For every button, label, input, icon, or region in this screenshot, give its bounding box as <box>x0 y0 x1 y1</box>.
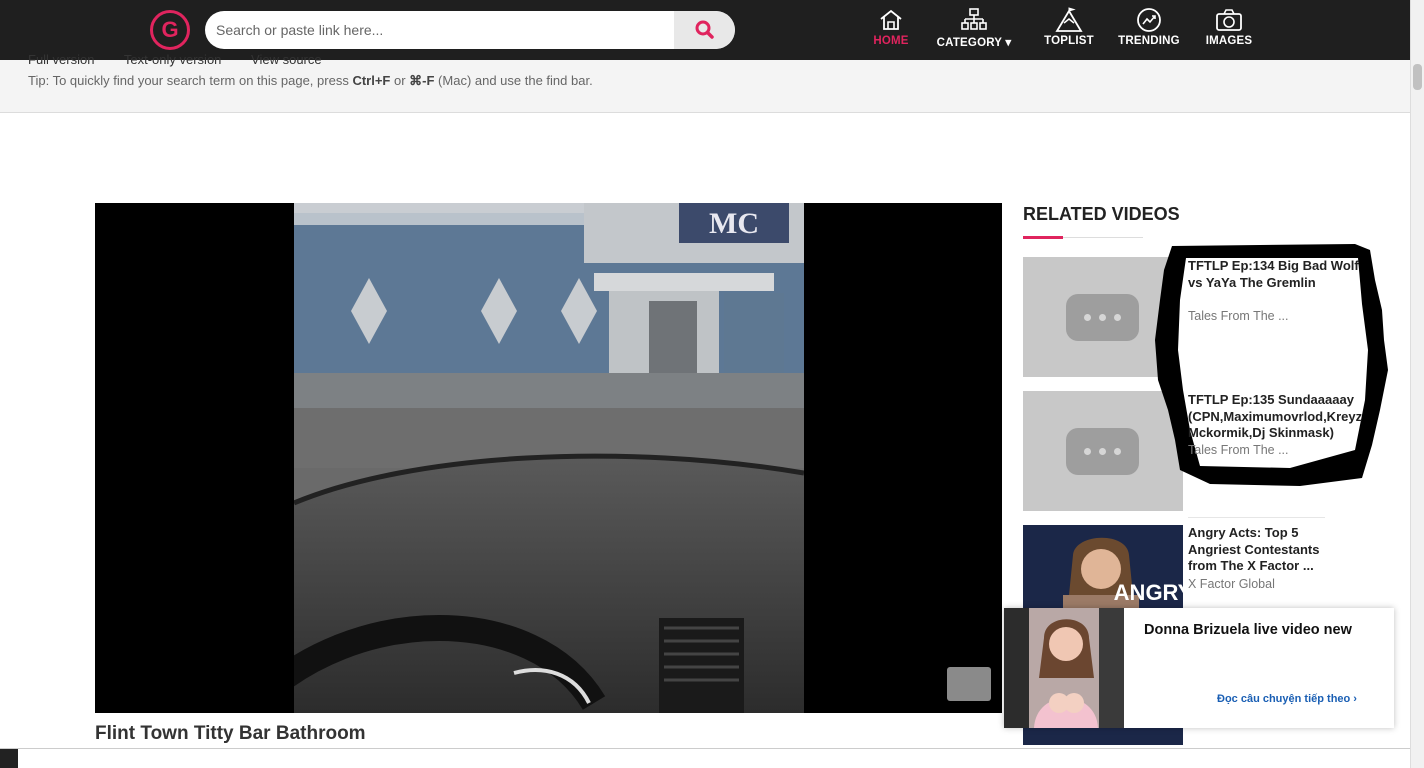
tip-prefix: Tip: To quickly find your search term on… <box>28 73 353 88</box>
text-only-link[interactable]: Text-only version <box>124 52 222 67</box>
page: G HOME <box>0 0 1424 768</box>
logo-letter: G <box>161 17 179 42</box>
video-player[interactable]: MC <box>95 203 1002 713</box>
full-version-link[interactable]: Full version <box>28 52 94 67</box>
heading-underline <box>1023 236 1143 239</box>
related-channel: X Factor Global <box>1188 577 1275 591</box>
search-box <box>205 11 735 49</box>
ad-image[interactable] <box>1004 608 1124 728</box>
video-sign-text: MC <box>709 207 759 240</box>
trending-icon <box>1137 8 1161 32</box>
search-button[interactable] <box>674 11 735 49</box>
version-links: Full version Text-only version View sour… <box>28 52 348 67</box>
top-navbar: G HOME <box>0 0 1410 60</box>
nav-trending-label: TRENDING <box>1118 35 1180 47</box>
tip-key-cmd-f: ⌘-F <box>409 73 435 88</box>
tip-bar: Full version Text-only version View sour… <box>0 52 1410 113</box>
search-input[interactable] <box>205 11 673 49</box>
category-icon <box>961 8 987 30</box>
nav-home-label: HOME <box>873 35 909 47</box>
video-still: MC <box>294 203 804 713</box>
search-icon <box>695 20 714 39</box>
nav-category[interactable]: CATEGORY ▾ <box>931 7 1017 53</box>
video-frame: MC <box>294 203 804 713</box>
channel-watermark <box>947 667 991 701</box>
ink-scribble-overlay <box>1155 244 1388 486</box>
ad-read-more-link[interactable]: Đọc câu chuyện tiếp theo › <box>1217 693 1357 705</box>
related-title[interactable]: Angry Acts: Top 5 Angriest Contestants f… <box>1188 525 1338 575</box>
bottom-bar <box>0 748 1410 768</box>
nav-toplist[interactable]: TOPLIST <box>1041 7 1097 53</box>
nav-category-label: CATEGORY ▾ <box>936 37 1012 49</box>
related-divider <box>1188 517 1325 518</box>
tip-or: or <box>390 73 410 88</box>
nav-trending[interactable]: TRENDING <box>1117 7 1181 53</box>
site-logo[interactable]: G <box>150 10 190 50</box>
view-source-link[interactable]: View source <box>251 52 322 67</box>
video-title: Flint Town Titty Bar Bathroom <box>95 723 366 744</box>
thumbnail-overlay-text: ANGRY <box>1114 580 1183 605</box>
toplist-icon <box>1055 7 1083 32</box>
home-icon <box>880 9 902 30</box>
more-icon <box>1066 294 1139 341</box>
camera-icon <box>1216 9 1242 31</box>
tip-suffix: (Mac) and use the find bar. <box>434 73 593 88</box>
tip-key-ctrl-f: Ctrl+F <box>352 73 391 88</box>
find-tip: Tip: To quickly find your search term on… <box>28 73 593 89</box>
ad-title[interactable]: Donna Brizuela live video new <box>1144 622 1352 638</box>
more-icon <box>1066 428 1139 475</box>
nav-toplist-label: TOPLIST <box>1044 35 1094 47</box>
nav-images-label: IMAGES <box>1205 35 1253 47</box>
nav-home[interactable]: HOME <box>868 7 914 53</box>
nav-images[interactable]: IMAGES <box>1203 7 1255 53</box>
ad-photo <box>1004 608 1124 728</box>
page-scrollbar[interactable] <box>1410 0 1424 768</box>
ad-popup[interactable]: Donna Brizuela live video new Đọc câu ch… <box>1004 608 1394 728</box>
related-videos-heading: RELATED VIDEOS <box>1023 204 1180 224</box>
scrollbar-thumb[interactable] <box>1413 64 1422 90</box>
